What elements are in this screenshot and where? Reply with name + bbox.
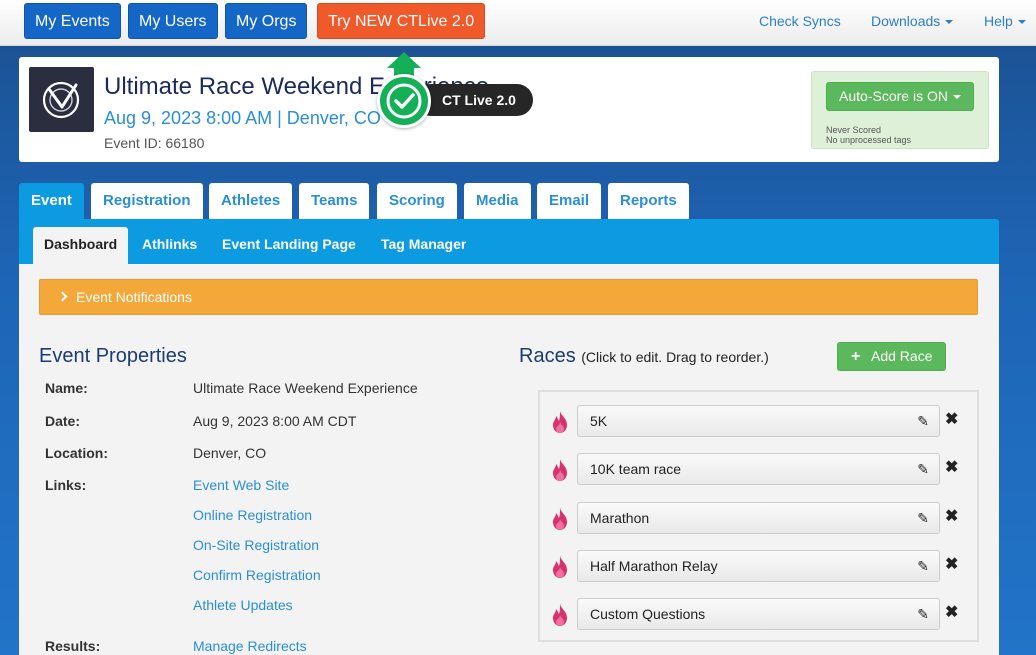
race-row[interactable]: 5K ✎ ✖: [548, 405, 964, 437]
race-name: Custom Questions: [590, 606, 706, 622]
chevron-down-icon: [952, 95, 961, 100]
chevron-right-icon: [57, 291, 68, 302]
event-id: Event ID: 66180: [104, 135, 205, 151]
event-logo: [29, 67, 94, 132]
results-label: Results:: [45, 638, 101, 654]
manage-redirects-link[interactable]: Manage Redirects: [193, 638, 307, 654]
checkmark-icon: [386, 83, 422, 119]
tab-reports[interactable]: Reports: [608, 183, 689, 220]
fire-icon: [553, 556, 567, 578]
pencil-icon[interactable]: ✎: [917, 406, 929, 436]
race-name: Half Marathon Relay: [590, 558, 718, 574]
location-value: Denver, CO: [193, 445, 267, 461]
tab-email[interactable]: Email: [537, 183, 602, 220]
my-users-button[interactable]: My Users: [128, 3, 218, 39]
pencil-icon[interactable]: ✎: [917, 599, 929, 629]
online-registration-link[interactable]: Online Registration: [193, 507, 312, 523]
date-value: Aug 9, 2023 8:00 AM CDT: [193, 413, 357, 429]
race-name: Marathon: [590, 510, 650, 526]
pencil-icon[interactable]: ✎: [917, 551, 929, 581]
race-name-field[interactable]: 10K team race ✎: [577, 453, 940, 485]
fire-icon: [553, 411, 567, 433]
subtab-athlinks[interactable]: Athlinks: [131, 227, 208, 264]
location-label: Location:: [45, 445, 108, 461]
delete-race-icon[interactable]: ✖: [945, 602, 958, 622]
tab-teams[interactable]: Teams: [299, 183, 370, 220]
event-logo-icon: [42, 81, 80, 119]
delete-race-icon[interactable]: ✖: [945, 554, 958, 574]
delete-race-icon[interactable]: ✖: [945, 506, 958, 526]
event-notifications-bar[interactable]: Event Notifications: [39, 279, 978, 315]
autoscore-label: Auto-Score is ON: [839, 88, 948, 104]
name-label: Name:: [45, 380, 88, 396]
delete-race-icon[interactable]: ✖: [945, 409, 958, 429]
race-name: 10K team race: [590, 461, 682, 477]
event-web-site-link[interactable]: Event Web Site: [193, 477, 289, 493]
my-orgs-button[interactable]: My Orgs: [225, 3, 308, 39]
tab-athletes[interactable]: Athletes: [209, 183, 293, 220]
race-name-field[interactable]: Custom Questions ✎: [577, 598, 940, 630]
onsite-registration-link[interactable]: On-Site Registration: [193, 537, 319, 553]
try-new-ctlive-button[interactable]: Try NEW CTLive 2.0: [317, 3, 486, 39]
race-row[interactable]: Half Marathon Relay ✎ ✖: [548, 550, 964, 582]
autoscore-status: Never Scored: [826, 125, 882, 135]
autoscore-panel: Auto-Score is ON Never Scored No unproce…: [811, 71, 989, 149]
tab-event[interactable]: Event: [19, 183, 84, 220]
race-name-field[interactable]: 5K ✎: [577, 405, 940, 437]
chevron-down-icon: [945, 20, 954, 25]
help-menu[interactable]: Help: [984, 13, 1026, 29]
autoscore-button[interactable]: Auto-Score is ON: [826, 82, 974, 111]
fire-icon: [553, 459, 567, 481]
my-events-button[interactable]: My Events: [24, 3, 121, 39]
races-title: Races: [519, 345, 576, 367]
add-race-label: Add Race: [871, 348, 933, 364]
race-row[interactable]: Marathon ✎ ✖: [548, 502, 964, 534]
race-name-field[interactable]: Marathon ✎: [577, 502, 940, 534]
downloads-label: Downloads: [871, 13, 941, 29]
top-navbar: My Events My Users My Orgs Try NEW CTLiv…: [0, 0, 1036, 46]
fire-icon: [553, 508, 567, 530]
autoscore-tags-status: No unprocessed tags: [826, 135, 912, 145]
check-syncs-link[interactable]: Check Syncs: [759, 13, 841, 29]
links-label: Links:: [45, 477, 87, 493]
pencil-icon[interactable]: ✎: [917, 454, 929, 484]
subtab-dashboard[interactable]: Dashboard: [33, 227, 129, 264]
race-name-field[interactable]: Half Marathon Relay ✎: [577, 550, 940, 582]
name-value: Ultimate Race Weekend Experience: [193, 380, 418, 396]
tab-scoring[interactable]: Scoring: [377, 183, 457, 220]
races-header: Races (Click to edit. Drag to reorder.): [519, 345, 769, 368]
delete-race-icon[interactable]: ✖: [945, 457, 958, 477]
ctlive-badge[interactable]: CT Live 2.0: [415, 84, 533, 116]
tab-media[interactable]: Media: [464, 183, 531, 220]
race-row[interactable]: Custom Questions ✎ ✖: [548, 598, 964, 630]
race-name: 5K: [590, 413, 608, 429]
ctlive-check-icon[interactable]: [377, 74, 431, 128]
event-date-location: Aug 9, 2023 8:00 AM | Denver, CO: [104, 108, 381, 128]
event-properties-title: Event Properties: [39, 345, 187, 367]
athlete-updates-link[interactable]: Athlete Updates: [193, 597, 293, 613]
chevron-down-icon: [1017, 20, 1026, 25]
race-row[interactable]: 10K team race ✎ ✖: [548, 453, 964, 485]
plus-icon: +: [851, 348, 861, 365]
help-label: Help: [984, 13, 1013, 29]
date-label: Date:: [45, 413, 81, 429]
downloads-menu[interactable]: Downloads: [871, 13, 954, 29]
races-subtitle: (Click to edit. Drag to reorder.): [581, 349, 769, 365]
confirm-registration-link[interactable]: Confirm Registration: [193, 567, 321, 583]
pencil-icon[interactable]: ✎: [917, 503, 929, 533]
add-race-button[interactable]: + Add Race: [837, 342, 946, 371]
fire-icon: [553, 604, 567, 626]
subtab-event-landing-page[interactable]: Event Landing Page: [211, 227, 367, 264]
event-notifications-label: Event Notifications: [76, 289, 192, 305]
tab-registration[interactable]: Registration: [91, 183, 203, 220]
subtab-tag-manager[interactable]: Tag Manager: [370, 227, 477, 264]
